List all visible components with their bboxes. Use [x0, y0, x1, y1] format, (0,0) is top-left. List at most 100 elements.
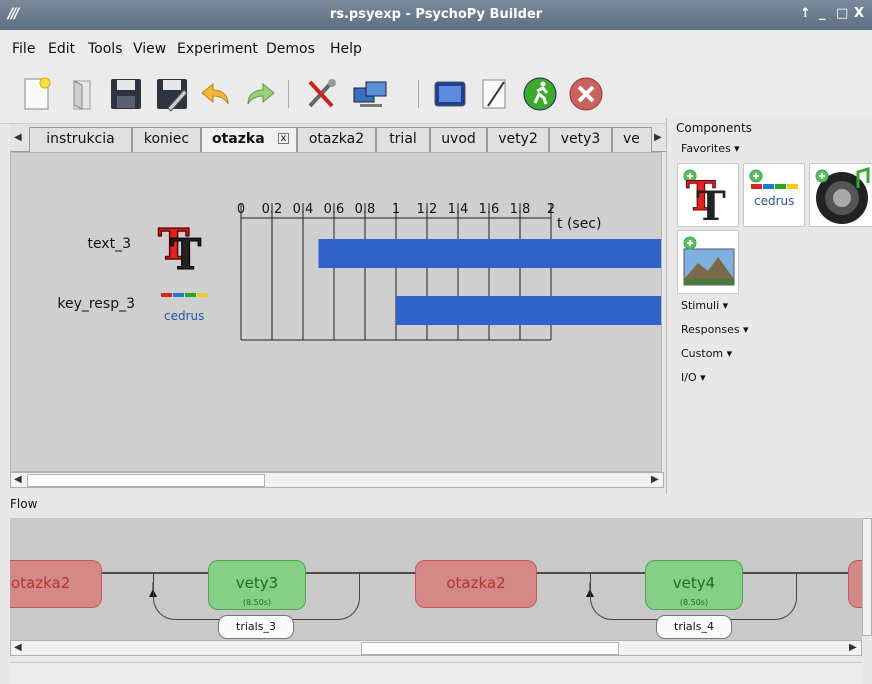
svg-text:cedrus: cedrus: [164, 309, 204, 323]
favorite-image-button[interactable]: [677, 230, 739, 294]
flow-routine-name: otazka2: [446, 574, 506, 592]
sound-component-icon: [815, 166, 870, 224]
flow-routine-otazka2[interactable]: otazka2: [415, 560, 537, 608]
timeline-tick-label: 1.8: [510, 202, 531, 217]
keep-above-icon[interactable]: ↑: [800, 6, 811, 21]
favorite-sound-button[interactable]: [809, 163, 872, 227]
component-bar[interactable]: [318, 239, 663, 268]
timeline-axis-label: t (sec): [557, 216, 601, 232]
toolbar: [0, 64, 872, 124]
save-icon[interactable]: [108, 76, 144, 112]
loop-label-trials-4[interactable]: trials_4: [656, 615, 732, 639]
tab-otazka-label: otazka: [212, 131, 265, 147]
scroll-left-icon[interactable]: ◀: [14, 474, 22, 485]
tab-vety2[interactable]: vety2: [487, 127, 549, 152]
category-favorites[interactable]: Favorites ▾: [681, 142, 740, 155]
undo-icon[interactable]: [198, 76, 234, 112]
cedrus-component-icon[interactable]: cedrus: [161, 290, 213, 328]
toolbar-separator: [288, 80, 289, 108]
menu-help[interactable]: Help: [330, 41, 362, 57]
tab-koniec[interactable]: koniec: [132, 127, 201, 152]
tab-trial[interactable]: trial: [376, 127, 430, 152]
flow-routine-duration: (8.50s): [679, 598, 709, 607]
tab-vety3[interactable]: vety3: [549, 127, 612, 152]
routine-scrollbar-thumb[interactable]: [27, 474, 265, 487]
flow-routine-name: otazka2: [11, 574, 71, 592]
flow-routine-duration: (8.50s): [242, 598, 272, 607]
flow-vertical-scrollbar[interactable]: [862, 518, 872, 636]
image-component-icon: [683, 236, 735, 286]
menu-demos[interactable]: Demos: [266, 41, 315, 57]
compile-script-icon[interactable]: [476, 76, 512, 112]
component-name-key-resp-3[interactable]: key_resp_3: [11, 296, 135, 312]
scroll-right-icon[interactable]: ▶: [849, 642, 857, 653]
flow-routine-vety4[interactable]: vety4 (8.50s): [645, 560, 743, 610]
menu-tools[interactable]: Tools: [88, 41, 123, 57]
routine-scrollbar[interactable]: ◀ ▶: [10, 472, 664, 488]
new-file-icon[interactable]: [18, 76, 54, 112]
timeline-tick-label: 2: [547, 202, 555, 217]
status-bar: [10, 662, 862, 684]
tab-uvod[interactable]: uvod: [430, 127, 487, 152]
window-title: rs.psyexp - PsychoPy Builder: [329, 7, 543, 22]
timeline-tick-label: 1.2: [417, 202, 438, 217]
flow-label: Flow: [10, 497, 38, 511]
svg-text:T: T: [170, 230, 201, 273]
flow-routine-otazka2[interactable]: otazka2: [10, 560, 102, 608]
tab-ve[interactable]: ve: [612, 127, 652, 152]
save-as-icon[interactable]: [154, 76, 190, 112]
favorite-cedrus-button[interactable]: cedrus: [743, 163, 805, 227]
menu-edit[interactable]: Edit: [48, 41, 75, 57]
timeline-tick-label: 1.6: [479, 202, 500, 217]
preferences-icon[interactable]: [304, 76, 340, 112]
close-window-button[interactable]: X: [854, 6, 864, 21]
minimize-button[interactable]: _: [819, 6, 826, 21]
text-component-icon[interactable]: T T: [156, 219, 206, 273]
scroll-left-icon[interactable]: ◀: [14, 642, 22, 653]
timeline-tick-label: 0: [237, 202, 245, 217]
maximize-button[interactable]: □: [836, 6, 848, 21]
menu-experiment[interactable]: Experiment: [177, 41, 258, 57]
scroll-right-icon[interactable]: ▶: [651, 474, 659, 485]
flow-routine-name: vety4: [672, 574, 716, 592]
favorite-text-button[interactable]: T T: [677, 163, 739, 230]
tab-scroll-right-icon[interactable]: ▶: [654, 132, 662, 143]
components-panel: Components Favorites ▾ T T cedrus Stimul…: [666, 118, 872, 494]
tab-instrukcia[interactable]: instrukcia: [29, 127, 132, 152]
flow-scrollbar[interactable]: ◀ ▶: [10, 640, 862, 656]
svg-text:T: T: [696, 183, 726, 228]
stop-icon[interactable]: [568, 76, 604, 112]
toolbar-separator: [418, 80, 419, 108]
timeline-tick-label: 0.6: [324, 202, 345, 217]
loop-label-trials-3[interactable]: trials_3: [218, 615, 294, 639]
category-custom[interactable]: Custom ▾: [681, 347, 732, 360]
run-icon[interactable]: [522, 76, 558, 112]
category-io[interactable]: I/O ▾: [681, 371, 706, 384]
routine-canvas: 0 0.2 0.4 0.6 0.8 1 1.2 1.4 1.6 1.8 2 t (sec) text_…: [10, 152, 662, 472]
category-stimuli[interactable]: Stimuli ▾: [681, 299, 728, 312]
experiment-settings-icon[interactable]: [432, 76, 468, 112]
timeline-tick-label: 1.4: [448, 202, 469, 217]
component-bar[interactable]: [396, 296, 662, 325]
flow-routine-partial[interactable]: [848, 560, 862, 608]
flow-scrollbar-thumb[interactable]: [361, 642, 619, 655]
redo-icon[interactable]: [242, 76, 278, 112]
tab-scroll-left-icon[interactable]: ◀: [14, 132, 22, 143]
timeline-tick-label: 0.2: [262, 202, 283, 217]
category-responses[interactable]: Responses ▾: [681, 323, 749, 336]
menu-file[interactable]: File: [12, 41, 35, 57]
timeline-tick-label: 0.4: [293, 202, 314, 217]
component-name-text-3[interactable]: text_3: [11, 236, 131, 252]
tab-otazka[interactable]: otazka x: [201, 127, 297, 153]
tab-otazka2[interactable]: otazka2: [297, 127, 376, 152]
open-file-icon[interactable]: [64, 76, 100, 112]
title-bar: /// rs.psyexp - PsychoPy Builder ↑ _ □ X: [0, 0, 872, 30]
flow-panel: otazka2 vety3 (8.50s) otazka2 vety4 (8.5…: [10, 518, 862, 642]
timeline-tick-label: 0.8: [355, 202, 376, 217]
flow-routine-vety3[interactable]: vety3 (8.50s): [208, 560, 306, 610]
monitor-icon[interactable]: [352, 76, 388, 112]
close-tab-icon[interactable]: x: [278, 133, 289, 144]
text-component-icon: T T: [683, 169, 726, 230]
flow-routine-name: vety3: [235, 574, 279, 592]
menu-view[interactable]: View: [133, 41, 166, 57]
